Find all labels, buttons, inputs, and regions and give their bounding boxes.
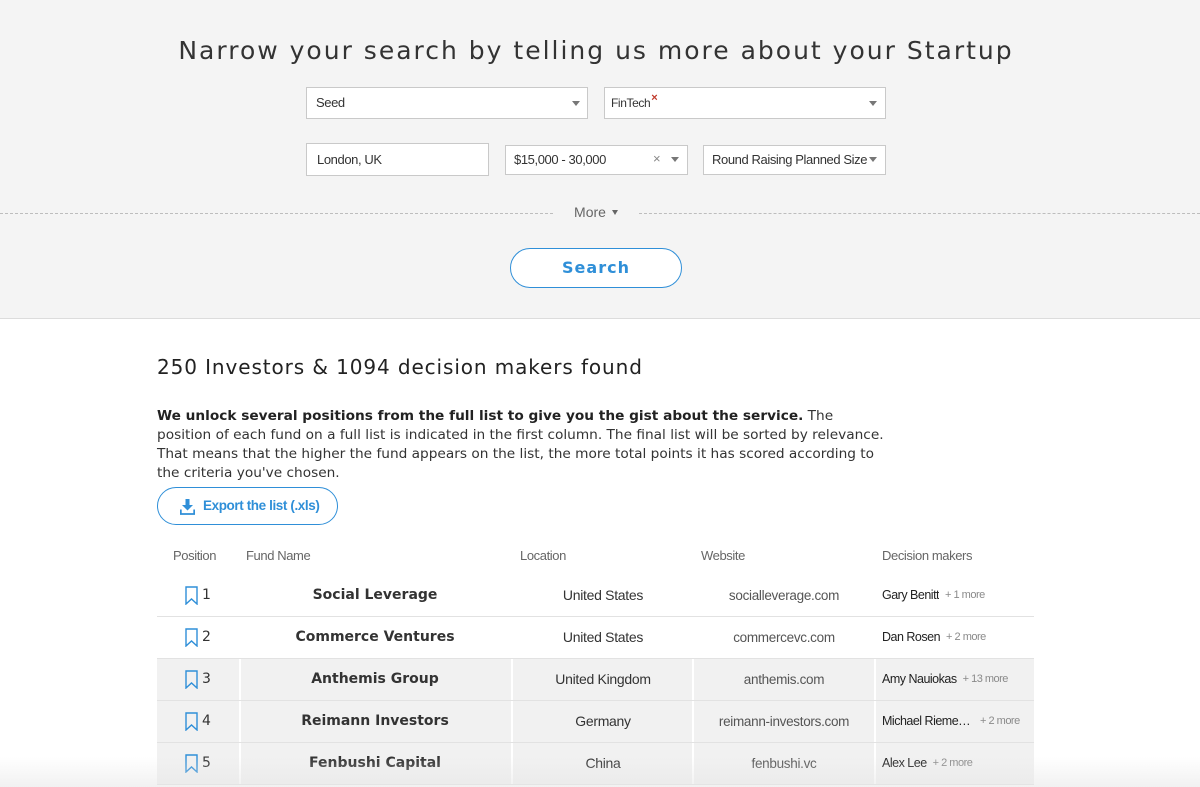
column-header-position: Position (173, 548, 217, 563)
column-separator (874, 701, 876, 742)
decision-makers-cell[interactable]: Michael Riemenschneider + 2 more (882, 701, 1020, 742)
bookmark-icon[interactable] (185, 586, 198, 605)
bookmark-icon[interactable] (185, 754, 198, 773)
column-header-fund-name: Fund Name (246, 548, 311, 563)
results-count: 250 Investors & 1094 decision makers fou… (157, 355, 643, 379)
amount-select[interactable]: $15,000 - 30,000 × (505, 145, 688, 175)
download-icon (180, 499, 195, 515)
decision-maker-name: Dan Rosen (882, 630, 941, 644)
column-separator (239, 743, 241, 784)
decision-maker-name: Amy Nauiokas (882, 672, 957, 686)
search-panel: Narrow your search by telling us more ab… (0, 0, 1200, 319)
search-panel-title: Narrow your search by telling us more ab… (178, 36, 1014, 65)
export-list-label: Export the list (.xls) (203, 498, 320, 513)
decision-makers-cell[interactable]: Gary Benitt + 1 more (882, 575, 985, 616)
fund-location: Germany (575, 713, 631, 729)
round-size-select-value: Round Raising Planned Size (712, 152, 868, 167)
column-header-location: Location (520, 548, 566, 563)
column-separator (874, 743, 876, 784)
more-filters-toggle[interactable]: More (554, 204, 638, 220)
decision-maker-name: Gary Benitt (882, 588, 940, 602)
decision-maker-name: Michael Riemenschneider (882, 714, 974, 728)
decision-maker-more[interactable]: + 2 more (980, 715, 1020, 727)
fund-location: China (585, 755, 621, 771)
fund-name[interactable]: Reimann Investors (245, 701, 505, 742)
round-size-select[interactable]: Round Raising Planned Size (703, 145, 886, 175)
decision-maker-more[interactable]: + 2 more (933, 757, 973, 769)
caret-down-icon (611, 210, 618, 215)
column-header-website: Website (701, 548, 745, 563)
position-number: 2 (202, 629, 211, 645)
bookmark-icon[interactable] (185, 712, 198, 731)
export-list-button[interactable]: Export the list (.xls) (157, 487, 338, 525)
fund-location: United Kingdom (555, 671, 651, 687)
bookmark-icon[interactable] (185, 670, 198, 689)
location-input-value: London, UK (317, 152, 382, 167)
decision-maker-more[interactable]: + 1 more (945, 589, 985, 601)
bookmark-icon[interactable] (185, 628, 198, 647)
column-separator (874, 659, 876, 700)
chevron-down-icon (572, 101, 580, 106)
fund-website[interactable]: fenbushi.vc (697, 743, 871, 784)
position-number: 1 (202, 587, 211, 603)
fund-location: United States (562, 587, 644, 603)
chevron-down-icon (869, 157, 877, 162)
fund-website[interactable]: commercevc.com (697, 617, 871, 658)
fund-website[interactable]: reimann-investors.com (697, 701, 871, 742)
amount-select-value: $15,000 - 30,000 (514, 152, 606, 167)
decision-maker-more[interactable]: + 2 more (946, 631, 986, 643)
table-row[interactable]: 4 Reimann Investors Germany reimann-inve… (157, 701, 1034, 743)
table-row[interactable]: 1 Social Leverage United States socialle… (157, 575, 1034, 617)
chevron-down-icon (671, 157, 679, 162)
table-row[interactable]: 5 Fenbushi Capital China fenbushi.vc Ale… (157, 743, 1034, 785)
position-number: 4 (202, 713, 211, 729)
fund-website[interactable]: socialleverage.com (697, 575, 871, 616)
location-input[interactable]: London, UK (306, 143, 489, 176)
fund-name[interactable]: Commerce Ventures (245, 617, 505, 658)
stage-select-value: Seed (316, 95, 345, 110)
decision-makers-cell[interactable]: Alex Lee + 2 more (882, 743, 973, 784)
table-row[interactable]: 3 Anthemis Group United Kingdom anthemis… (157, 659, 1034, 701)
industry-select[interactable]: FinTech× (604, 87, 886, 119)
column-header-decision-makers: Decision makers (882, 548, 973, 563)
decision-maker-more[interactable]: + 13 more (963, 673, 1009, 685)
column-separator (239, 701, 241, 742)
divider-left (0, 213, 553, 214)
decision-makers-cell[interactable]: Dan Rosen + 2 more (882, 617, 986, 658)
decision-maker-name: Alex Lee (882, 756, 927, 770)
fund-website[interactable]: anthemis.com (697, 659, 871, 700)
position-number: 3 (202, 671, 211, 687)
divider-right (639, 213, 1200, 214)
stage-select[interactable]: Seed (306, 87, 588, 119)
search-button[interactable]: Search (510, 248, 682, 288)
decision-makers-cell[interactable]: Amy Nauiokas + 13 more (882, 659, 1008, 700)
fund-name[interactable]: Anthemis Group (245, 659, 505, 700)
results-description-bold: We unlock several positions from the ful… (157, 408, 804, 424)
table-row[interactable]: 2 Commerce Ventures United States commer… (157, 617, 1034, 659)
more-filters-label: More (574, 204, 606, 220)
fund-name[interactable]: Social Leverage (245, 575, 505, 616)
fund-location: United States (562, 629, 644, 645)
position-number: 5 (202, 755, 211, 771)
chevron-down-icon (869, 101, 877, 106)
clear-icon[interactable]: × (653, 146, 661, 172)
fund-name[interactable]: Fenbushi Capital (245, 743, 505, 784)
column-separator (239, 659, 241, 700)
remove-tag-icon[interactable]: × (651, 92, 657, 104)
industry-tag: FinTech (611, 96, 651, 110)
results-description: We unlock several positions from the ful… (157, 407, 887, 483)
